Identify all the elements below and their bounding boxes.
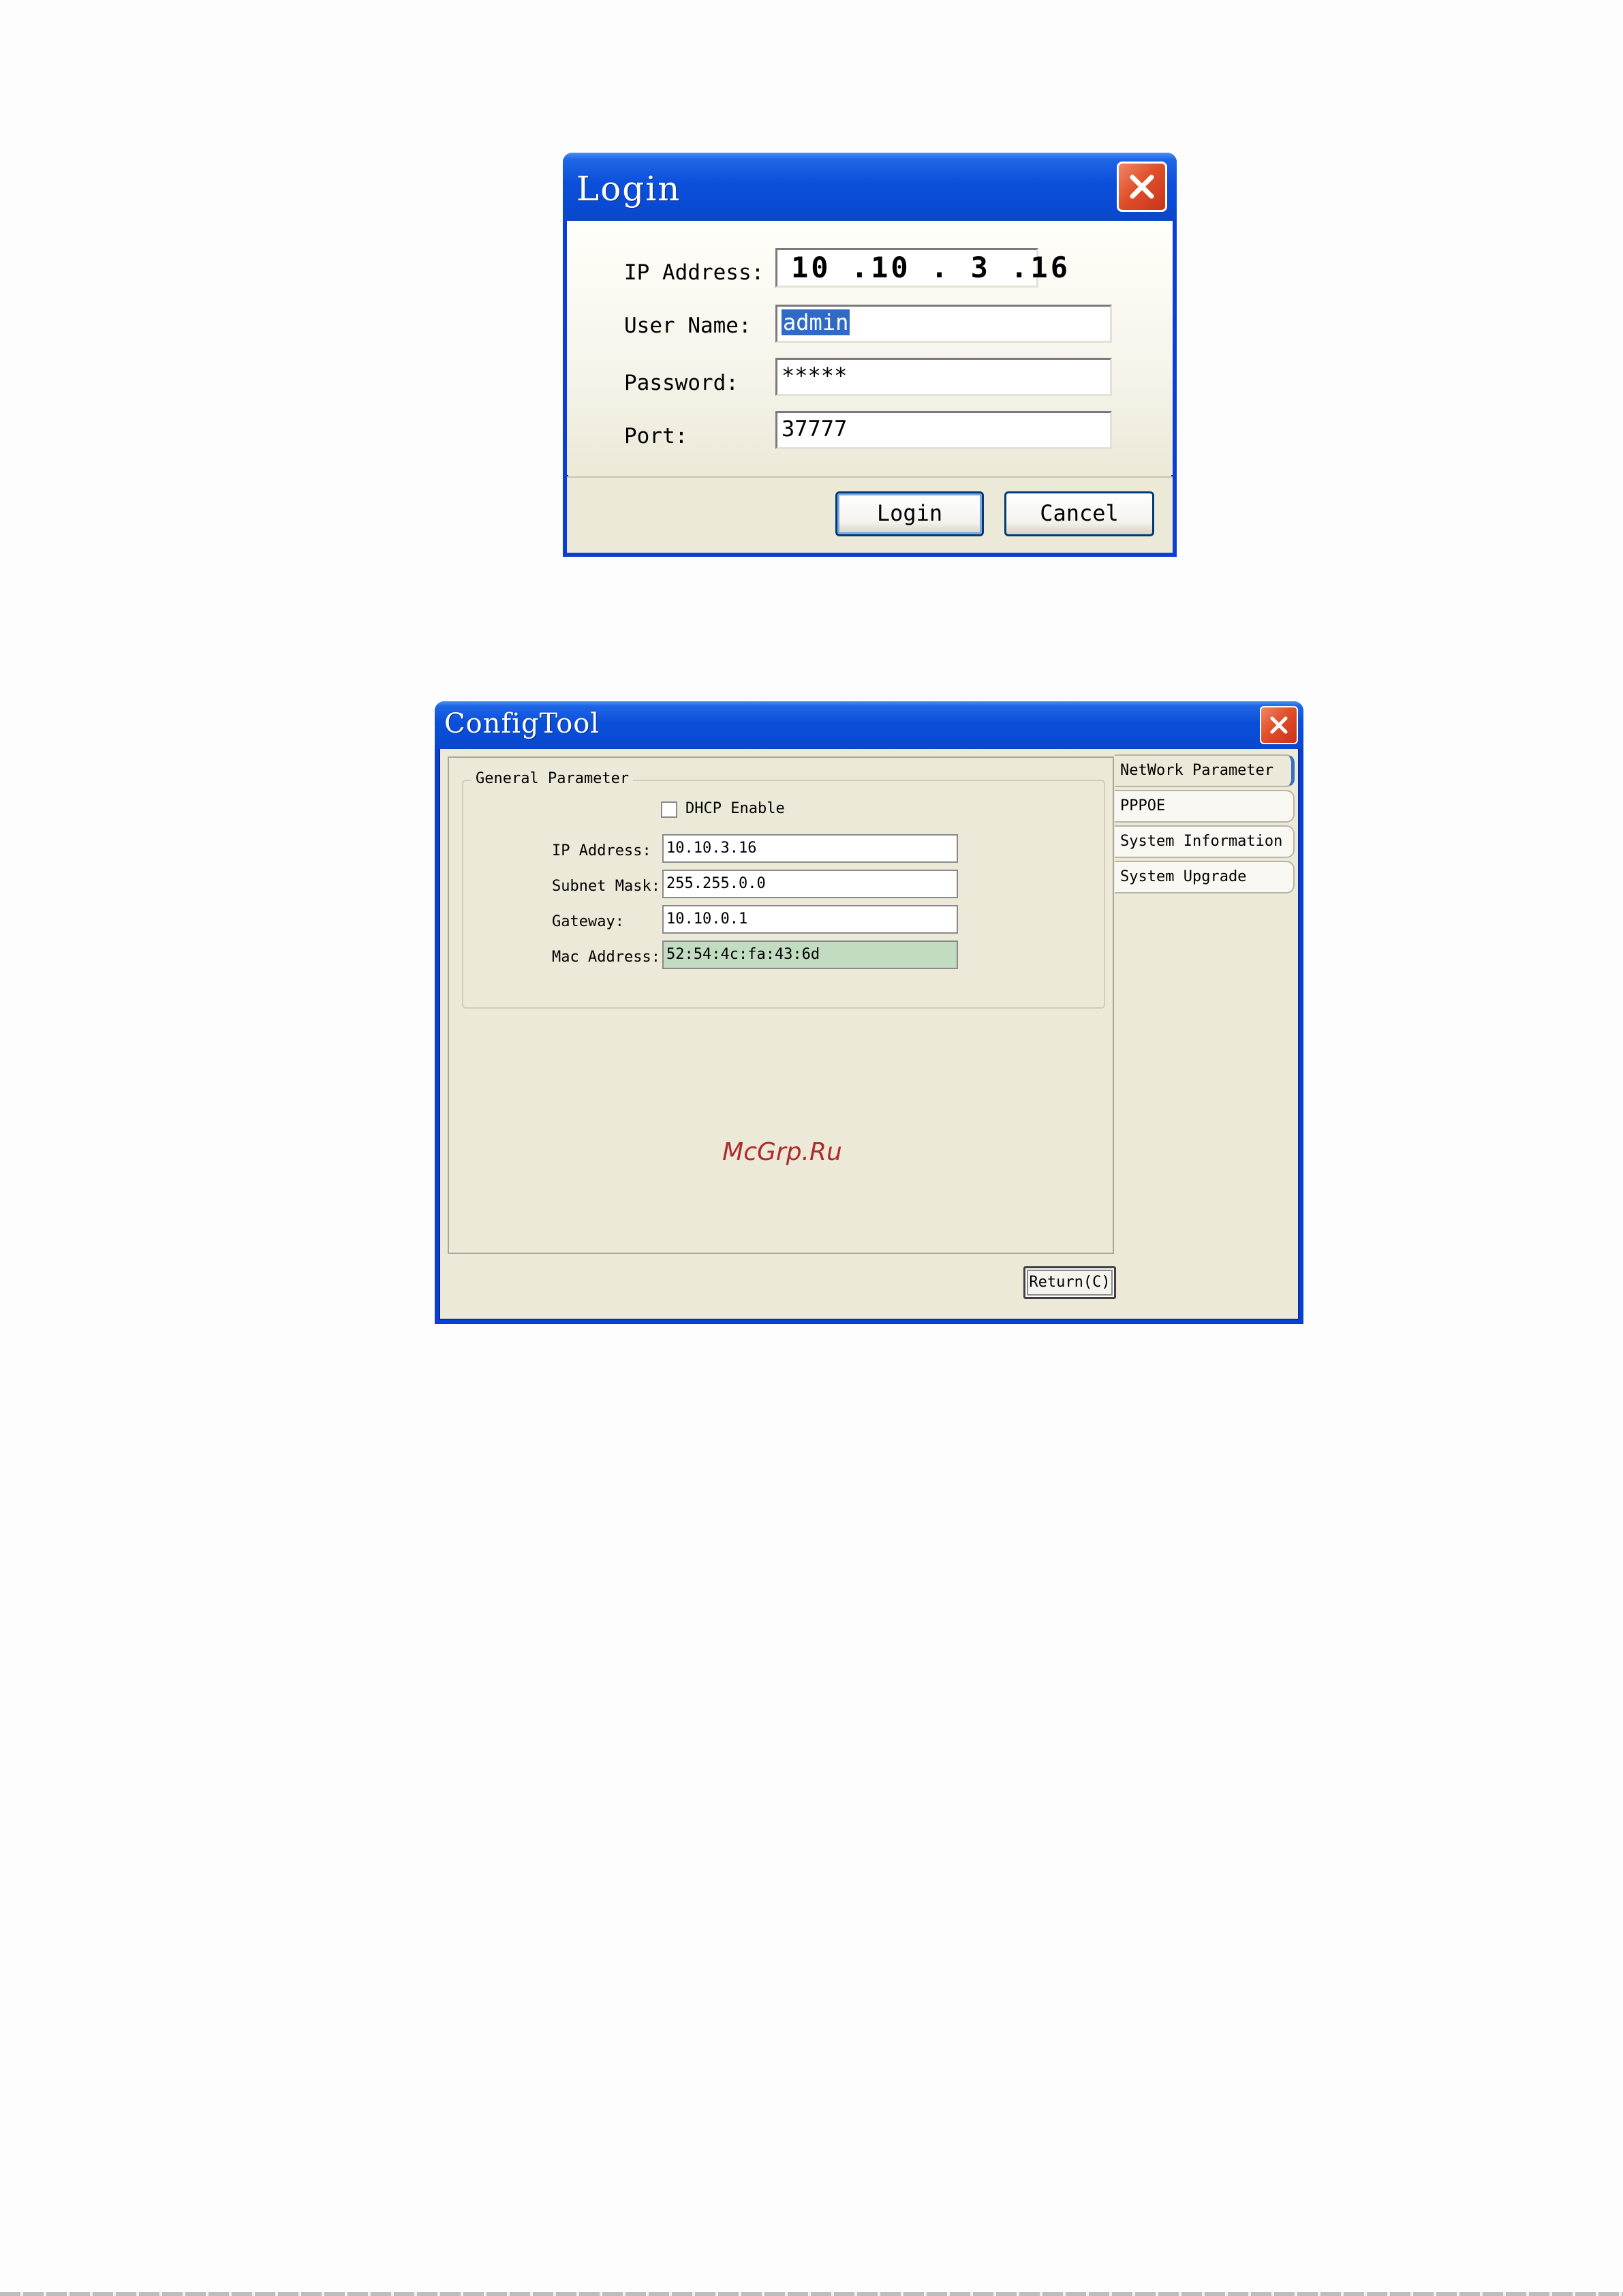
network-parameter-panel: General Parameter DHCP Enable IP Address… [448, 756, 1114, 1254]
tab-network-parameter[interactable]: NetWork Parameter [1115, 754, 1295, 787]
login-title-bar[interactable]: Login [563, 153, 1177, 221]
subnet-mask-field[interactable]: 255.255.0.0 [662, 870, 958, 898]
configtool-title: ConfigTool [444, 708, 600, 739]
cfg-ip-label: IP Address: [552, 842, 651, 859]
login-form: IP Address: 10 .10 . 3 .16 User Name: ad… [567, 221, 1173, 475]
login-footer: Login Cancel [567, 476, 1173, 553]
tab-pppoe[interactable]: PPPOE [1115, 790, 1295, 823]
mac-address-field: 52:54:4c:fa:43:6d [662, 940, 958, 969]
configtool-title-bar[interactable]: ConfigTool [435, 701, 1303, 749]
username-field[interactable]: admin [775, 305, 1112, 343]
login-title: Login [576, 169, 681, 209]
watermark: McGrp.Ru [722, 1138, 842, 1166]
page-footer-rule [0, 2292, 1623, 2296]
ip-address-field[interactable]: 10 .10 . 3 .16 [775, 248, 1068, 288]
tab-system-information[interactable]: System Information [1115, 825, 1295, 858]
username-value: admin [782, 309, 850, 335]
login-button[interactable]: Login [835, 491, 984, 536]
login-dialog: Login IP Address: 10 .10 . 3 .16 User Na… [563, 153, 1177, 557]
gateway-field[interactable]: 10.10.0.1 [662, 905, 958, 934]
ip-address-label: IP Address: [624, 260, 764, 285]
mac-address-label: Mac Address: [552, 949, 660, 966]
username-label: User Name: [624, 313, 752, 338]
password-label: Password: [624, 371, 739, 395]
return-button[interactable]: Return(C) [1023, 1266, 1116, 1299]
port-field[interactable]: 37777 [775, 411, 1112, 449]
dhcp-checkbox[interactable] [661, 801, 677, 818]
dhcp-label: DHCP Enable [685, 800, 785, 817]
subnet-mask-label: Subnet Mask: [552, 878, 660, 895]
port-label: Port: [624, 424, 688, 448]
close-icon[interactable] [1260, 706, 1298, 744]
tab-system-upgrade[interactable]: System Upgrade [1115, 861, 1295, 893]
close-icon[interactable] [1117, 162, 1167, 212]
cancel-button[interactable]: Cancel [1004, 491, 1154, 536]
configtool-window: ConfigTool General Parameter DHCP Enable… [435, 701, 1303, 1324]
general-parameter-group: General Parameter DHCP Enable IP Address… [462, 770, 1105, 1009]
cfg-ip-field[interactable]: 10.10.3.16 [662, 834, 958, 863]
gateway-label: Gateway: [552, 913, 624, 930]
group-title: General Parameter [472, 770, 634, 787]
password-field[interactable]: ***** [775, 358, 1112, 396]
